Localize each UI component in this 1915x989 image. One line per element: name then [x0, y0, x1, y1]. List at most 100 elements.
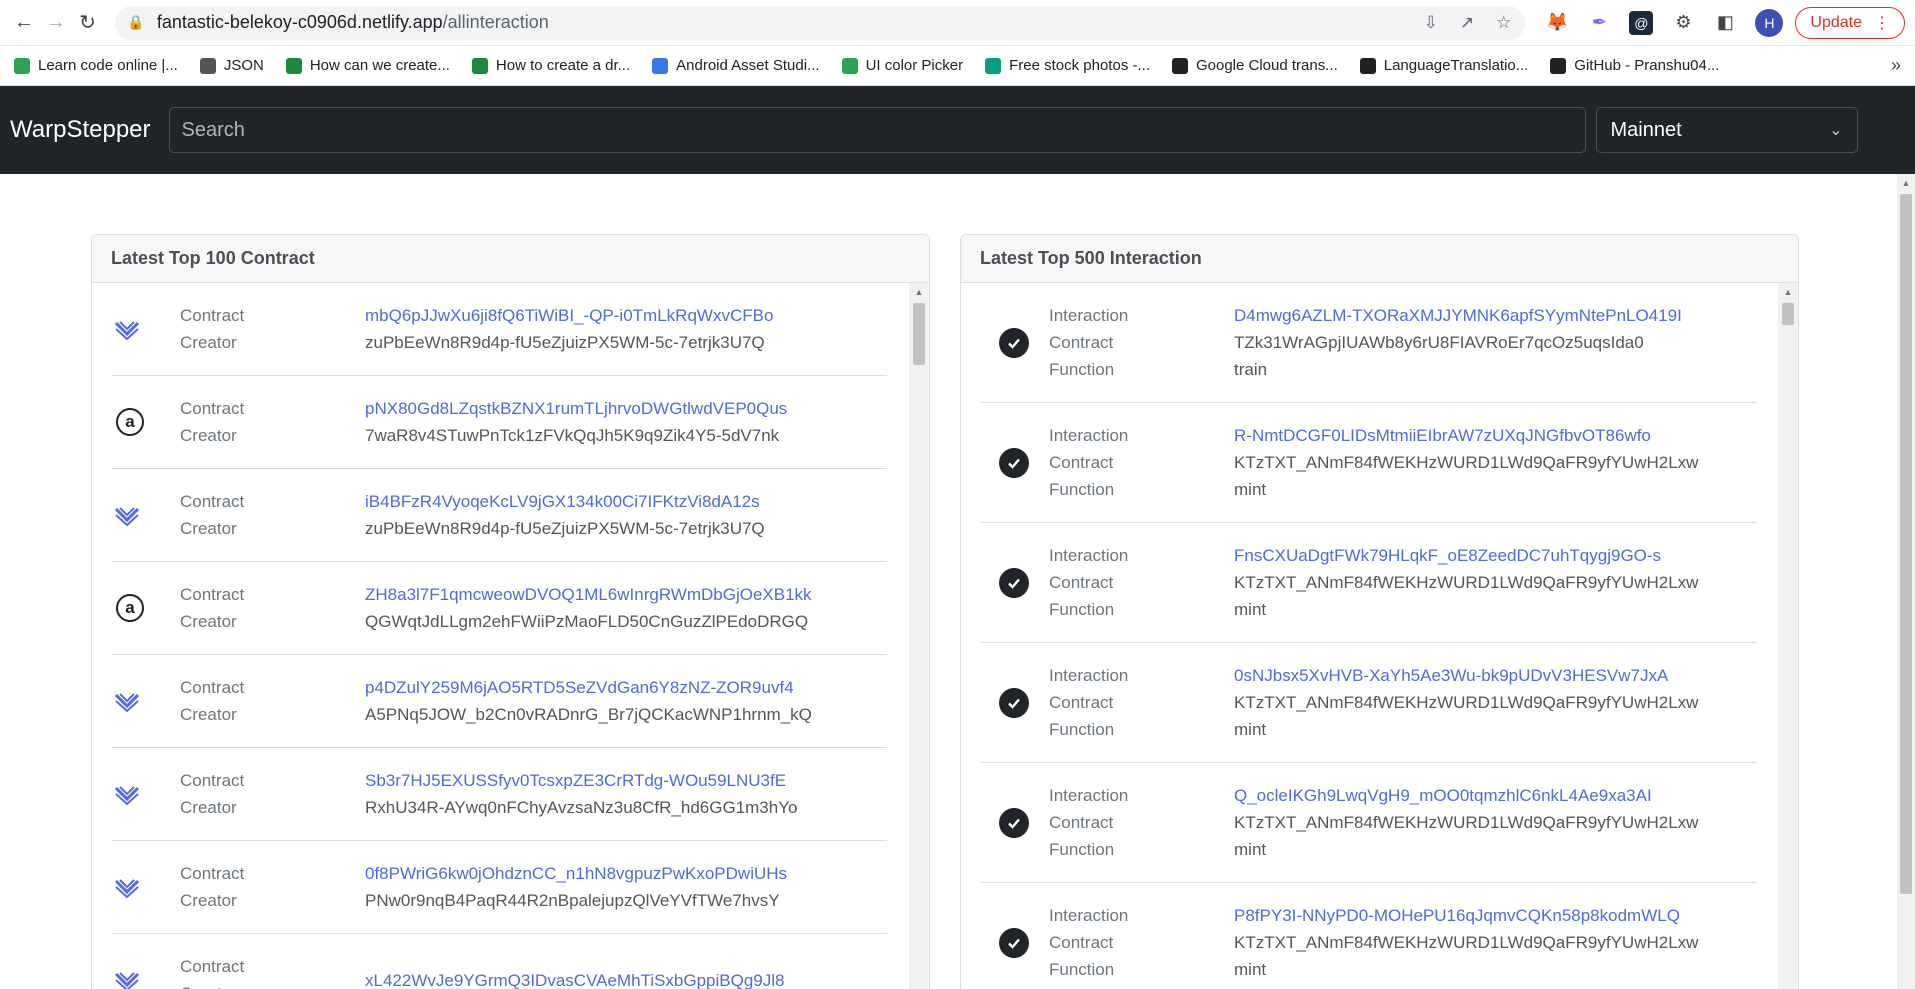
- contract-source-icon: [112, 783, 180, 805]
- contract-row: Contract Creator Sb3r7HJ5EXUSSfyv0TcsxpZE3…: [112, 748, 887, 841]
- bookmark-favicon-icon: [652, 57, 669, 74]
- creator-address: RxhU34R-AYwq0nFChyAvzsaNz3u8CfR_hd6GG1m3…: [365, 798, 798, 817]
- interaction-label: Interaction: [1049, 786, 1129, 805]
- contracts-list: Contract Creator mbQ6pJJwXu6ji8fQ6TiWiBI_-…: [92, 283, 929, 989]
- forward-icon[interactable]: →: [42, 6, 70, 40]
- creator-address: A5PNq5JOW_b2Cn0vRADnrG_Br7jQCKacWNP1hrnm…: [365, 705, 812, 724]
- bookmark-item[interactable]: UI color Picker: [841, 57, 963, 74]
- interaction-id-link[interactable]: FnsCXUaDgtFWk79HLqkF_oE8ZeedDC7uhTqygj9G…: [1234, 542, 1698, 569]
- bookmark-favicon-icon: [1550, 57, 1567, 74]
- contract-id-link[interactable]: xL422WvJe9YGrmQ3IDvasCVAeMhTiSxbGppiBQg9…: [365, 967, 785, 989]
- bookmark-item[interactable]: Free stock photos -...: [985, 57, 1150, 74]
- contract-source-icon: [112, 504, 180, 526]
- page-scroll-thumb[interactable]: [1900, 194, 1912, 894]
- contracts-scrollbar[interactable]: ▲: [909, 283, 929, 989]
- contract-label: Contract: [180, 678, 245, 697]
- contract-row: Contract Creator p4DZulY259M6jAO5RTD5SeZVd…: [112, 655, 887, 748]
- interactions-scroll-thumb[interactable]: [1782, 303, 1794, 325]
- pen-extension-icon[interactable]: ✒: [1587, 11, 1611, 35]
- bookmark-label: Learn code online |...: [38, 57, 178, 74]
- interaction-contract-id: KTzTXT_ANmF84fWEKHzWURD1LWd9QaFR9yfYUwH2…: [1234, 573, 1699, 592]
- contract-id-link[interactable]: 0f8PWriG6kw0jOhdznCC_n1hN8vgpuzPwKxoPDwi…: [365, 860, 787, 887]
- interaction-contract-id: KTzTXT_ANmF84fWEKHzWURD1LWd9QaFR9yfYUwH2…: [1234, 693, 1699, 712]
- contracts-scroll-thumb[interactable]: [913, 303, 925, 365]
- contract-row: Contract CreatorxL422WvJe9YGrmQ3IDvasCVAe…: [112, 934, 887, 989]
- contracts-card: Latest Top 100 Contract Contract Creator m…: [91, 234, 930, 989]
- search-input[interactable]: [168, 107, 1586, 153]
- contract-id-link[interactable]: ZH8a3l7F1qmcweowDVOQ1ML6wInrgRWmDbGjOeXB…: [365, 581, 812, 608]
- scroll-up-icon[interactable]: ▲: [1897, 174, 1915, 192]
- scroll-up-icon[interactable]: ▲: [909, 283, 929, 301]
- interaction-label: Interaction: [1049, 426, 1129, 445]
- back-icon[interactable]: ←: [10, 6, 38, 40]
- extensions-puzzle-icon[interactable]: ⚙: [1671, 11, 1695, 35]
- contract-label: Contract: [180, 957, 245, 976]
- extension-at-icon[interactable]: @: [1629, 10, 1654, 35]
- reload-icon[interactable]: ↻: [74, 6, 102, 40]
- metamask-icon[interactable]: 🦊: [1545, 11, 1569, 35]
- contract-id-link[interactable]: Sb3r7HJ5EXUSSfyv0TcsxpZE3CrRTdg-WOu59LNU…: [365, 767, 797, 794]
- warp-logo-icon: [114, 693, 140, 712]
- interaction-id-link[interactable]: Q_ocleIKGh9LwqVgH9_mOO0tqmzhlC6nkL4Ae9xa…: [1234, 782, 1698, 809]
- creator-label: Creator: [180, 333, 237, 352]
- interaction-id-link[interactable]: D4mwg6AZLM-TXORaXMJJYMNK6apfSYymNtePnLO4…: [1234, 302, 1682, 329]
- interaction-id-link[interactable]: 0sNJbsx5XvHVB-XaYh5Ae3Wu-bk9pUDvV3HESVw7…: [1234, 662, 1698, 689]
- interaction-id-link[interactable]: P8fPY3I-NNyPD0-MOHePU16qJqmvCQKn58p8kodm…: [1234, 902, 1698, 929]
- contract-label: Contract: [1049, 813, 1114, 832]
- contract-id-link[interactable]: iB4BFzR4VyoqeKcLV9jGX134k00Ci7IFKtzVi8dA…: [365, 488, 765, 515]
- brand-logo-text[interactable]: WarpStepper: [10, 116, 151, 144]
- interactions-list: Interaction Contract Function D4mwg6AZLM-TX…: [961, 283, 1798, 989]
- bookmarks-overflow-icon[interactable]: »: [1891, 55, 1901, 76]
- contract-id-link[interactable]: p4DZulY259M6jAO5RTD5SeZVdGan6Y8zNZ-ZOR9u…: [365, 674, 812, 701]
- interaction-function-name: train: [1234, 360, 1268, 379]
- warp-logo-icon: [114, 879, 140, 898]
- warp-logo-icon: [114, 786, 140, 805]
- network-select[interactable]: Mainnet ⌄: [1595, 107, 1858, 153]
- bookmark-label: How can we create...: [309, 57, 450, 74]
- share-icon[interactable]: ↗: [1460, 13, 1474, 33]
- interaction-row: Interaction Contract Function D4mwg6AZLM-TX…: [981, 283, 1756, 403]
- install-icon[interactable]: ⇩: [1424, 13, 1438, 33]
- contract-label: Contract: [180, 399, 245, 418]
- bookmark-item[interactable]: GitHub - Pranshu04...: [1550, 57, 1719, 74]
- interaction-label: Interaction: [1049, 306, 1129, 325]
- interaction-contract-id: TZk31WrAGpjIUAWb8y6rU8FIAVRoEr7qcOz5uqsI…: [1234, 333, 1644, 352]
- interactions-scrollbar[interactable]: ▲: [1778, 283, 1798, 989]
- address-bar[interactable]: 🔒 fantastic-belekoy-c0906d.netlify.app/a…: [115, 5, 1526, 40]
- creator-address: PNw0r9nqB4PaqR44R2nBpalejupzQlVeYVfTWe7h…: [365, 891, 780, 910]
- bookmark-item[interactable]: Google Cloud trans...: [1171, 57, 1338, 74]
- contract-id-link[interactable]: pNX80Gd8LZqstkBZNX1rumTLjhrvoDWGtlwdVEP0…: [365, 395, 787, 422]
- bookmark-star-icon[interactable]: ☆: [1496, 13, 1511, 33]
- function-label: Function: [1049, 360, 1115, 379]
- function-label: Function: [1049, 480, 1115, 499]
- side-panel-icon[interactable]: ◧: [1713, 11, 1737, 35]
- contract-label: Contract: [180, 492, 245, 511]
- bookmark-item[interactable]: JSON: [199, 57, 264, 74]
- kebab-menu-icon: ⋮: [1873, 14, 1890, 32]
- check-circle-icon: [999, 447, 1029, 478]
- interaction-label: Interaction: [1049, 666, 1129, 685]
- bookmarks-bar: Learn code online |... JSON How can we cre…: [0, 46, 1915, 86]
- interactions-card: Latest Top 500 Interaction Interaction Co…: [960, 234, 1799, 989]
- bookmark-favicon-icon: [14, 57, 30, 74]
- check-circle-icon: [999, 687, 1029, 718]
- warp-logo-icon: [114, 321, 140, 340]
- bookmark-item[interactable]: How can we create...: [285, 57, 450, 74]
- scroll-up-icon[interactable]: ▲: [1778, 283, 1798, 301]
- contract-source-icon: [112, 969, 180, 989]
- interaction-function-name: mint: [1234, 600, 1267, 619]
- page-scrollbar[interactable]: ▲: [1897, 174, 1915, 989]
- creator-label: Creator: [180, 891, 237, 910]
- bookmark-item[interactable]: Learn code online |...: [14, 57, 178, 74]
- bookmark-item[interactable]: LanguageTranslatio...: [1359, 57, 1528, 74]
- bookmark-item[interactable]: Android Asset Studi...: [652, 57, 820, 74]
- interaction-row: Interaction Contract Function R-NmtDCGF0LID…: [981, 403, 1756, 523]
- bookmark-item[interactable]: How to create a dr...: [471, 57, 630, 74]
- interactions-card-title: Latest Top 500 Interaction: [961, 235, 1798, 283]
- interaction-id-link[interactable]: R-NmtDCGF0LIDsMtmiiEIbrAW7zUXqJNGfbvOT86…: [1234, 422, 1698, 449]
- profile-avatar[interactable]: H: [1755, 8, 1784, 37]
- creator-label: Creator: [180, 426, 237, 445]
- contract-id-link[interactable]: mbQ6pJJwXu6ji8fQ6TiWiBI_-QP-i0TmLkRqWxvC…: [365, 302, 773, 329]
- update-button[interactable]: Update ⋮: [1795, 6, 1905, 39]
- contract-source-icon: [112, 690, 180, 712]
